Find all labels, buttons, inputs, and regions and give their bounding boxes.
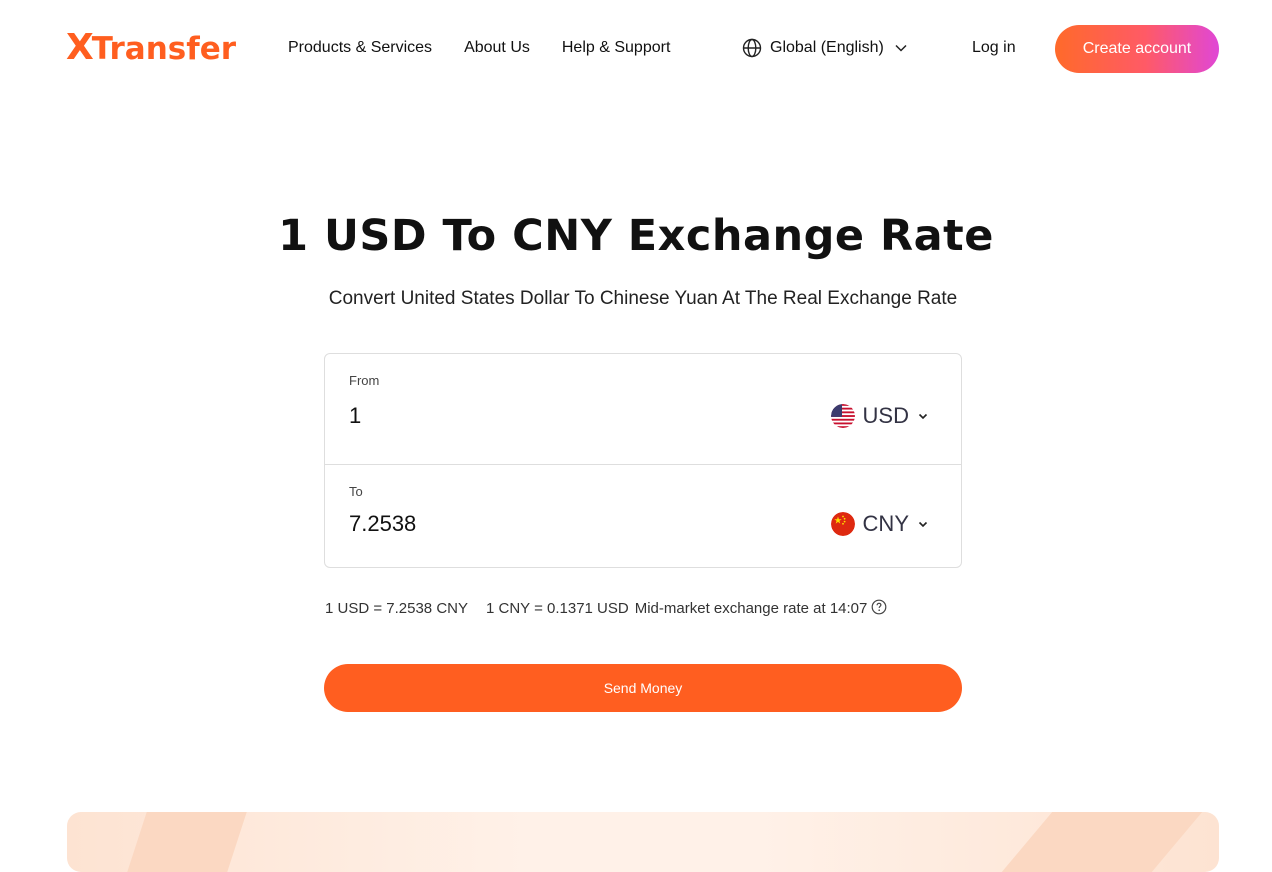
create-account-button[interactable]: Create account: [1055, 25, 1219, 73]
from-currency-code: USD: [862, 403, 909, 428]
to-currency-select[interactable]: CNY: [830, 511, 929, 537]
page-title: 1 USD To CNY Exchange Rate: [278, 211, 994, 261]
from-label: From: [349, 373, 380, 388]
page-subtitle: Convert United States Dollar To Chinese …: [328, 288, 958, 309]
reverse-rate: 1 CNY = 0.1371 USD: [486, 600, 629, 617]
cn-flag-icon: [830, 512, 855, 536]
send-money-button[interactable]: Send Money: [324, 664, 962, 712]
promo-banner: [67, 812, 1219, 872]
to-row: To CNY: [325, 465, 961, 567]
xtransfer-logo[interactable]: XTransfer: [66, 28, 236, 69]
chevron-down-icon: [918, 521, 928, 528]
banner-decoration: [127, 812, 247, 872]
rate-info: 1 USD = 7.2538 CNY 1 CNY = 0.1371 USD Mi…: [325, 598, 887, 620]
question-circle-icon[interactable]: [871, 599, 887, 615]
language-selector[interactable]: Global (English): [742, 36, 908, 60]
language-label: Global (English): [770, 39, 884, 56]
rate-note: Mid-market exchange rate at 14:07: [634, 600, 868, 617]
chevron-down-icon: [895, 44, 907, 52]
nav-products-services[interactable]: Products & Services: [288, 36, 432, 60]
chevron-down-icon: [918, 413, 928, 420]
main-nav: Products & Services About Us Help & Supp…: [288, 36, 670, 60]
nav-about-us[interactable]: About Us: [464, 36, 530, 60]
globe-icon: [742, 38, 762, 58]
from-amount-input[interactable]: [349, 403, 749, 429]
to-currency-code: CNY: [862, 511, 909, 536]
banner-decoration: [1001, 812, 1203, 872]
nav-help-support[interactable]: Help & Support: [562, 36, 671, 60]
currency-converter: From USD: [324, 353, 962, 568]
from-row: From USD: [325, 354, 961, 465]
forward-rate: 1 USD = 7.2538 CNY: [325, 600, 468, 617]
login-link[interactable]: Log in: [972, 36, 1016, 60]
to-label: To: [349, 484, 363, 499]
from-currency-select[interactable]: USD: [830, 403, 929, 429]
site-header: XTransfer Products & Services About Us H…: [0, 0, 1272, 98]
to-amount-input[interactable]: [349, 511, 749, 537]
us-flag-icon: [830, 404, 855, 428]
